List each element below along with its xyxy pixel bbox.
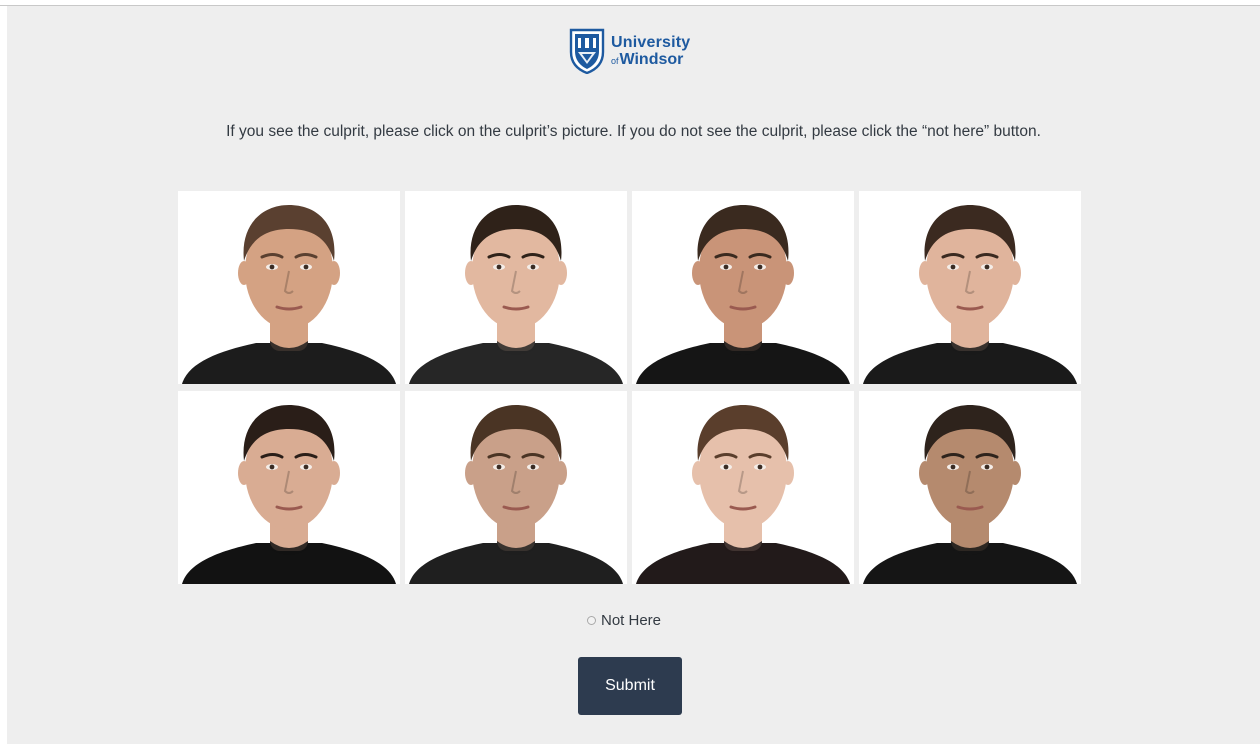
- survey-page: University ofWindsor If you see the culp…: [7, 6, 1260, 744]
- logo-line-windsor: ofWindsor: [611, 50, 690, 68]
- lineup-grid: [178, 191, 1083, 584]
- face-photo-3-icon: [636, 205, 850, 384]
- logo-wordmark: University ofWindsor: [611, 33, 691, 68]
- face-photo-5-icon: [182, 405, 396, 584]
- submit-button[interactable]: Submit: [578, 657, 682, 715]
- logo-of: of: [611, 55, 619, 66]
- logo-windsor: Windsor: [619, 50, 684, 68]
- not-here-label: Not Here: [601, 612, 662, 629]
- not-here-option[interactable]: Not Here: [587, 612, 661, 629]
- face-photo-1-icon: [182, 205, 396, 384]
- lineup-photo-5[interactable]: [178, 391, 400, 584]
- instructions-text: If you see the culprit, please click on …: [226, 123, 1041, 140]
- lineup-photo-7[interactable]: [632, 391, 854, 584]
- face-photo-2-icon: [409, 205, 623, 384]
- not-here-radio[interactable]: [587, 616, 596, 625]
- lineup-photo-4[interactable]: [859, 191, 1081, 384]
- face-photo-6-icon: [409, 405, 623, 584]
- face-photo-7-icon: [636, 405, 850, 584]
- face-photo-4-icon: [863, 205, 1077, 384]
- logo-line-university: University: [611, 33, 691, 51]
- face-photo-8-icon: [863, 405, 1077, 584]
- lineup-photo-6[interactable]: [405, 391, 627, 584]
- lineup-photo-8[interactable]: [859, 391, 1081, 584]
- university-logo: University ofWindsor: [569, 27, 709, 75]
- lineup-photo-1[interactable]: [178, 191, 400, 384]
- shield-crest-icon: [569, 28, 605, 74]
- lineup-photo-3[interactable]: [632, 191, 854, 384]
- lineup-photo-2[interactable]: [405, 191, 627, 384]
